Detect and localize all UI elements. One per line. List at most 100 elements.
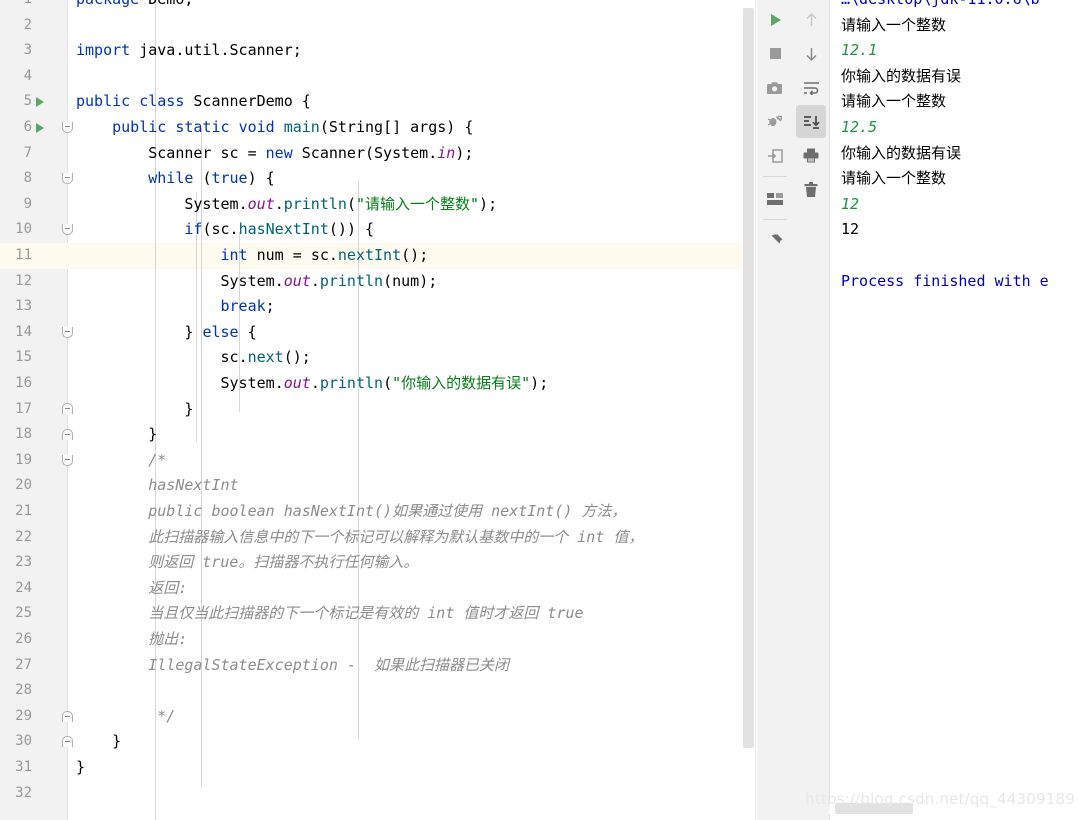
trash-icon[interactable]	[796, 173, 826, 206]
fold-end-icon[interactable]	[62, 710, 73, 722]
line-number[interactable]: 19	[0, 448, 32, 474]
line-number[interactable]: 10	[0, 217, 32, 243]
line-number[interactable]: 31	[0, 755, 32, 781]
line-number[interactable]: 5	[0, 89, 32, 115]
line-number[interactable]: 30	[0, 729, 32, 755]
run-gutter-icon[interactable]	[36, 122, 44, 133]
line-number[interactable]: 15	[0, 345, 32, 371]
code-line[interactable]: /*	[76, 448, 166, 474]
print-icon[interactable]	[796, 139, 826, 172]
code-line[interactable]: 当且仅当此扫描器的下一个标记是有效的 int 值时才返回 true	[76, 601, 583, 627]
run-tool-window: …\desktop\jdk-11.0.6\b 请输入一个整数 12.1 你输入的数据有…	[757, 0, 1079, 820]
code-line[interactable]: System.out.println("请输入一个整数");	[76, 192, 497, 218]
line-number[interactable]: 7	[0, 141, 32, 167]
code-line[interactable]: public class ScannerDemo {	[76, 89, 311, 115]
fold-end-icon[interactable]	[62, 429, 73, 440]
line-number[interactable]: 24	[0, 576, 32, 602]
console-line-userinput: 12	[841, 194, 860, 213]
code-line[interactable]: hasNextInt	[76, 473, 238, 499]
code-line[interactable]: }	[76, 397, 193, 423]
line-number[interactable]: 25	[0, 601, 32, 627]
screenshot-icon[interactable]	[760, 71, 790, 104]
line-number[interactable]: 14	[0, 320, 32, 346]
code-line[interactable]: }	[76, 422, 157, 448]
code-line[interactable]: while (true) {	[76, 166, 274, 192]
line-number[interactable]: 29	[0, 704, 32, 730]
fold-end-icon[interactable]	[62, 403, 73, 415]
code-line[interactable]: 则返回 true。扫描器不执行任何输入。	[76, 550, 418, 576]
line-number[interactable]: 4	[0, 64, 32, 90]
line-number[interactable]: 1	[0, 0, 32, 13]
code-line[interactable]: 返回:	[76, 576, 187, 602]
line-number[interactable]: 17	[0, 397, 32, 423]
console-hscrollbar-thumb[interactable]	[835, 803, 913, 814]
code-line[interactable]: if(sc.hasNextInt()) {	[76, 217, 374, 243]
line-number[interactable]: 22	[0, 525, 32, 551]
line-number[interactable]: 3	[0, 38, 32, 64]
code-line[interactable]: public static void main(String[] args) {	[76, 115, 473, 141]
code-line[interactable]: } else {	[76, 320, 256, 346]
layout-icon[interactable]	[760, 182, 790, 215]
console-line-sysout: 请输入一个整数	[841, 169, 947, 188]
line-number[interactable]: 26	[0, 627, 32, 653]
code-line[interactable]: Scanner sc = new Scanner(System.in);	[76, 141, 473, 167]
ide-window: 1 package Demo; 23 import java.util.Scanner…	[0, 0, 1079, 820]
console-line-userinput: 12.1	[841, 41, 878, 60]
line-number[interactable]: 11	[0, 243, 32, 269]
code-line[interactable]: sc.next();	[76, 345, 311, 371]
line-number[interactable]: 12	[0, 269, 32, 295]
toolbar-separator	[763, 219, 787, 220]
code-line[interactable]: }	[76, 729, 121, 755]
code-line[interactable]: }	[76, 755, 85, 781]
console-line-sysout: 你输入的数据有误	[841, 66, 962, 85]
run-toolbar-primary[interactable]	[757, 0, 793, 820]
stop-icon[interactable]	[760, 37, 790, 70]
code-line[interactable]: public boolean hasNextInt()如果通过使用 nextIn…	[76, 499, 626, 525]
pin-icon[interactable]	[760, 225, 790, 258]
code-line[interactable]: package Demo;	[76, 0, 193, 13]
line-number[interactable]: 13	[0, 294, 32, 320]
line-number[interactable]: 32	[0, 781, 32, 807]
editor-scrollbar-thumb[interactable]	[743, 8, 754, 748]
line-number[interactable]: 6	[0, 115, 32, 141]
fold-collapse-icon[interactable]	[62, 326, 73, 338]
code-line[interactable]: 此扫描器输入信息中的下一个标记可以解释为默认基数中的一个 int 值，	[76, 525, 643, 551]
code-line[interactable]: 抛出:	[76, 627, 187, 653]
code-line[interactable]: import java.util.Scanner;	[76, 38, 302, 64]
code-line[interactable]: break;	[76, 294, 275, 320]
fold-collapse-icon[interactable]	[62, 224, 73, 236]
export-icon[interactable]	[760, 139, 790, 172]
line-number[interactable]: 9	[0, 192, 32, 218]
code-line[interactable]: IllegalStateException - 如果此扫描器已关闭	[76, 653, 509, 679]
rerun-icon[interactable]	[760, 3, 790, 36]
line-number[interactable]: 8	[0, 166, 32, 192]
fold-end-icon[interactable]	[62, 736, 73, 748]
code-line[interactable]: System.out.println(num);	[76, 269, 438, 295]
fold-collapse-icon[interactable]	[62, 173, 73, 184]
code-editor-pane[interactable]: 1 package Demo; 23 import java.util.Scanner…	[0, 0, 757, 820]
run-gutter-icon[interactable]	[36, 97, 44, 108]
line-number[interactable]: 27	[0, 653, 32, 679]
arrow-down-icon[interactable]	[796, 37, 826, 70]
run-toolbar-secondary[interactable]	[793, 0, 829, 820]
code-line[interactable]: System.out.println("你输入的数据有误");	[76, 371, 549, 397]
line-number[interactable]: 23	[0, 550, 32, 576]
line-number[interactable]: 2	[0, 13, 32, 39]
code-line[interactable]: */	[76, 704, 175, 730]
line-number[interactable]: 21	[0, 499, 32, 525]
console-line-userinput: 12.5	[841, 117, 878, 136]
fold-collapse-icon[interactable]	[62, 454, 73, 466]
fold-collapse-icon[interactable]	[62, 121, 73, 133]
line-number[interactable]: 16	[0, 371, 32, 397]
line-number[interactable]: 20	[0, 473, 32, 499]
console-vscrollbar[interactable]	[1067, 0, 1077, 784]
scroll-to-end-icon[interactable]	[796, 105, 826, 138]
line-number[interactable]: 28	[0, 678, 32, 704]
debug-attach-icon[interactable]	[760, 105, 790, 138]
console-output[interactable]: …\desktop\jdk-11.0.6\b 请输入一个整数 12.1 你输入的数据有…	[829, 0, 1079, 820]
code-line[interactable]: int num = sc.nextInt();	[76, 243, 429, 269]
soft-wrap-icon[interactable]	[796, 71, 826, 104]
line-number[interactable]: 18	[0, 422, 32, 448]
code-lines-container[interactable]: 1 package Demo; 23 import java.util.Scanner…	[0, 0, 757, 820]
console-left-border	[829, 0, 830, 820]
